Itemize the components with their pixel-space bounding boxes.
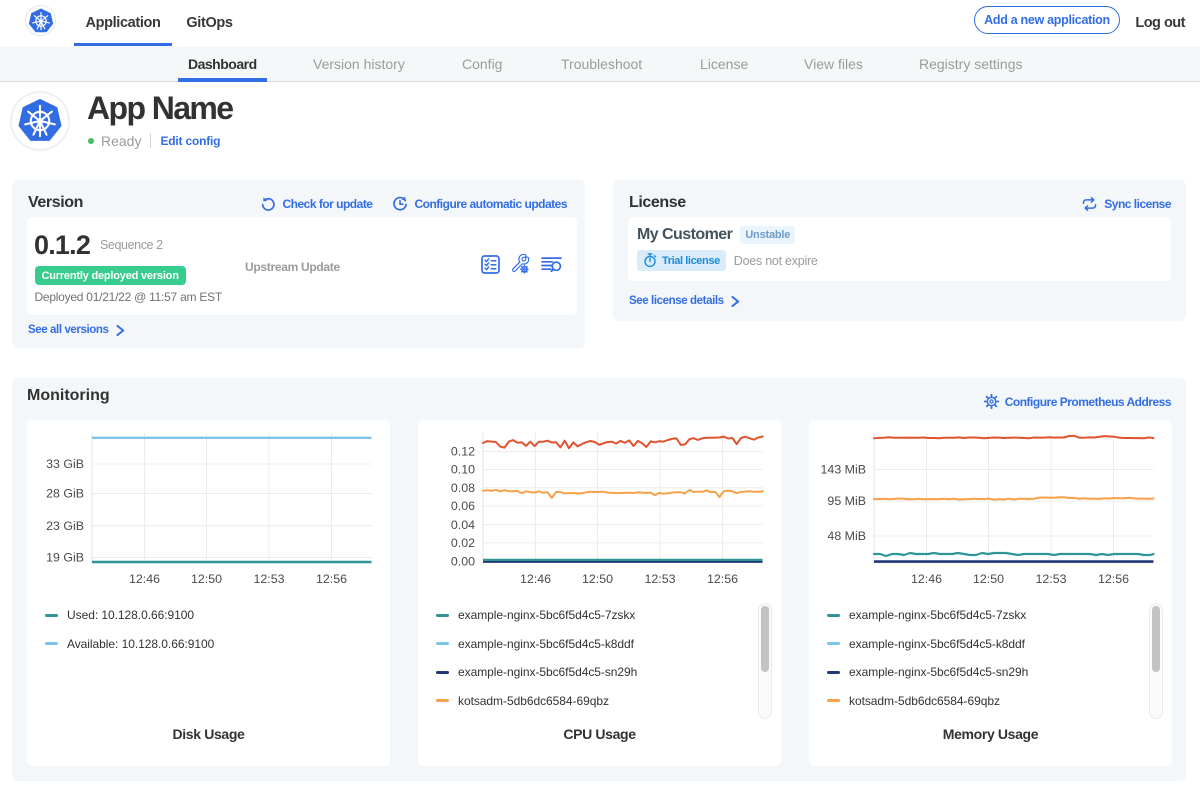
svg-text:0.02: 0.02 [451,536,475,550]
svg-text:0.00: 0.00 [451,555,475,569]
svg-text:28 GiB: 28 GiB [46,487,84,501]
svg-text:0.04: 0.04 [451,518,475,532]
svg-text:23 GiB: 23 GiB [46,519,84,533]
svg-text:0.08: 0.08 [451,481,475,495]
svg-text:0.10: 0.10 [451,463,475,477]
svg-text:12:53: 12:53 [644,572,675,586]
svg-text:12:46: 12:46 [911,572,942,586]
svg-text:12:56: 12:56 [316,572,347,586]
svg-text:12:53: 12:53 [253,572,284,586]
svg-text:33 GiB: 33 GiB [46,457,84,471]
svg-text:19 GiB: 19 GiB [46,551,84,565]
svg-text:12:46: 12:46 [129,572,160,586]
svg-text:12:50: 12:50 [973,572,1004,586]
svg-text:12:50: 12:50 [191,572,222,586]
svg-text:12:50: 12:50 [582,572,613,586]
svg-text:12:56: 12:56 [1098,572,1129,586]
svg-text:12:56: 12:56 [707,572,738,586]
svg-text:12:46: 12:46 [520,572,551,586]
svg-text:95 MiB: 95 MiB [827,494,866,508]
svg-text:0.12: 0.12 [451,445,475,459]
svg-text:0.06: 0.06 [451,499,475,513]
svg-text:143 MiB: 143 MiB [821,463,866,477]
svg-text:12:53: 12:53 [1035,572,1066,586]
svg-text:48 MiB: 48 MiB [827,529,866,543]
